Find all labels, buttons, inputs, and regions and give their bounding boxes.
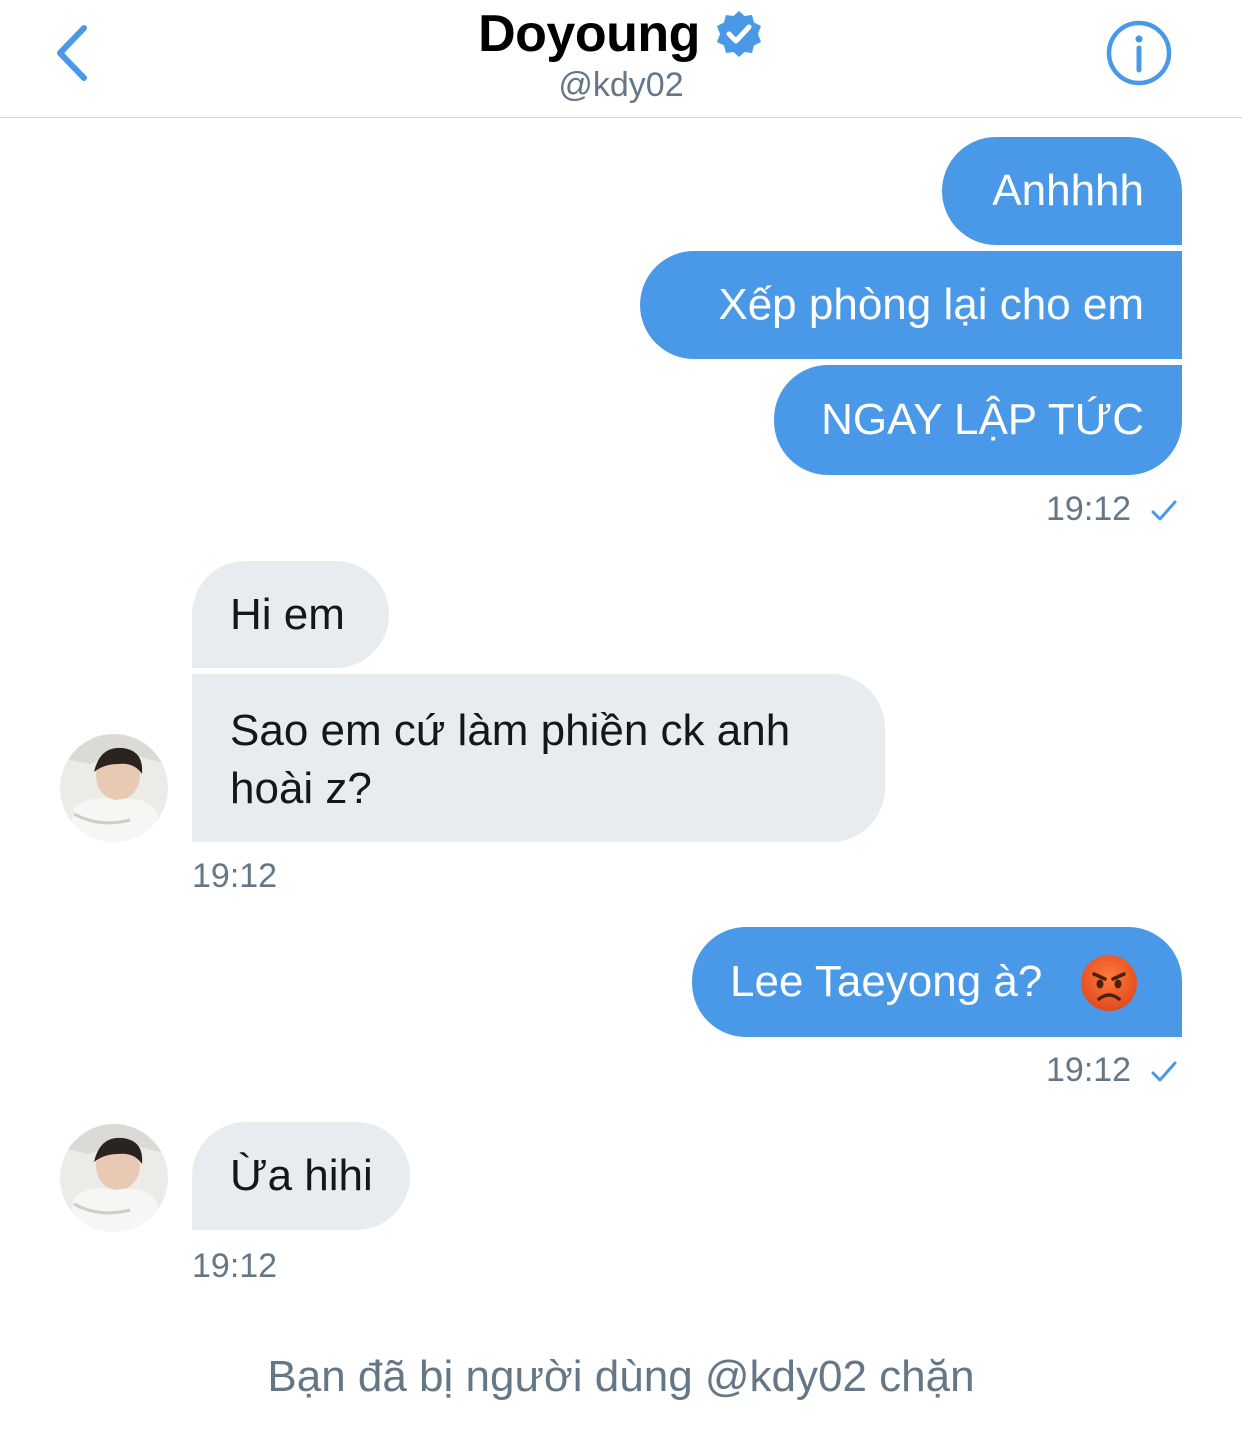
message-text-line: Sao em cứ làm phiền ck anh (230, 706, 791, 755)
conversation-header: Doyoung @kdy02 (0, 0, 1242, 118)
message-bubble-sent[interactable]: NGAY LẬP TỨC (774, 365, 1182, 475)
info-icon (1106, 20, 1172, 86)
info-button[interactable] (1106, 20, 1172, 86)
message-text: NGAY LẬP TỨC (821, 395, 1144, 444)
profile-photo (60, 1124, 168, 1232)
profile-photo (60, 734, 168, 842)
message-timestamp: 19:12 (192, 857, 278, 895)
message-bubble-sent[interactable]: Xếp phòng lại cho em (640, 251, 1182, 359)
checkmark-icon (1151, 500, 1177, 521)
message-text-line: hoài z? (230, 764, 372, 813)
avatar[interactable] (60, 1124, 168, 1232)
angry-face-emoji-icon (1081, 955, 1137, 1011)
verified-badge-icon (716, 11, 761, 57)
message-timestamp: 19:12 (1046, 490, 1132, 528)
message-bubble-received[interactable]: Ừa hihi (192, 1122, 410, 1230)
message-bubble-received[interactable]: Hi em (192, 561, 389, 668)
message-text: Lee Taeyong à? (730, 957, 1043, 1006)
contact-handle: @kdy02 (558, 66, 684, 104)
conversation-title-block[interactable]: Doyoung @kdy02 (0, 4, 1242, 105)
checkmark-icon (1151, 1061, 1177, 1082)
blocked-notice: Bạn đã bị người dùng @kdy02 chặn (267, 1352, 975, 1401)
message-bubble-received[interactable]: Sao em cứ làm phiền ck anh hoài z? (192, 674, 885, 842)
message-text: Ừa hihi (230, 1151, 373, 1200)
contact-name: Doyoung (478, 5, 700, 63)
avatar[interactable] (60, 734, 168, 842)
message-bubble-sent[interactable]: Anhhhh (942, 137, 1182, 245)
message-timestamp: 19:12 (1046, 1051, 1132, 1089)
message-timestamp: 19:12 (192, 1247, 278, 1285)
message-text: Anhhhh (992, 166, 1144, 215)
message-text: Hi em (230, 590, 345, 639)
message-text: Xếp phòng lại cho em (718, 280, 1144, 329)
message-bubble-sent[interactable]: Lee Taeyong à? (692, 927, 1182, 1037)
